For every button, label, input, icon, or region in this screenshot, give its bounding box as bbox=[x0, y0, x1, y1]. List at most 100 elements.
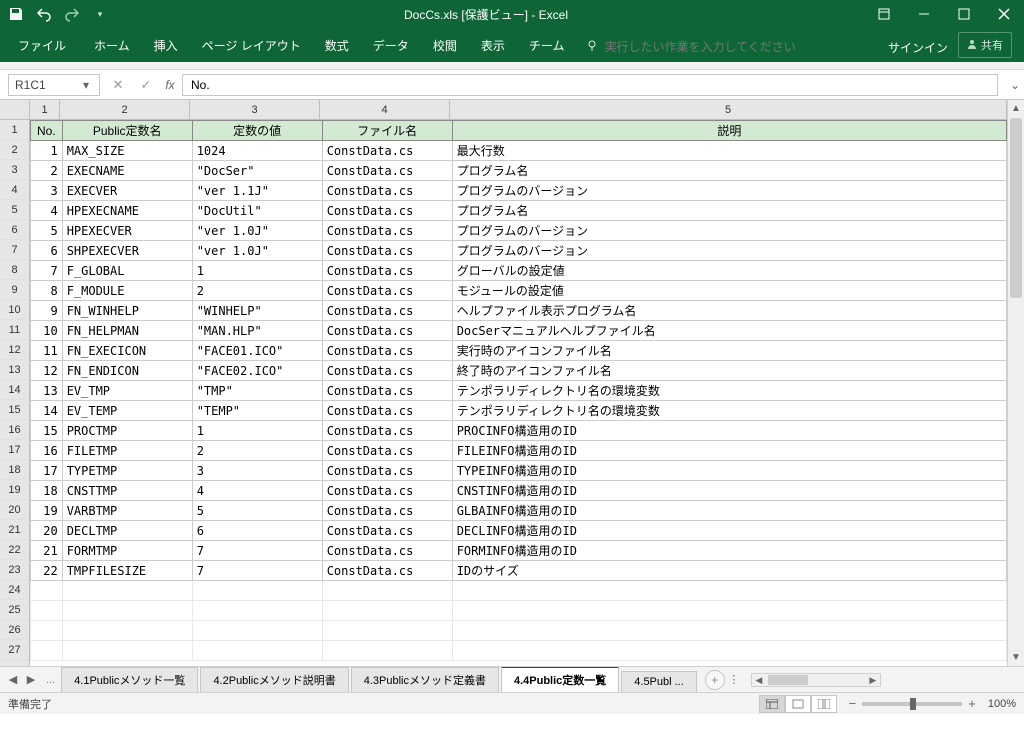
cell-no[interactable]: 9 bbox=[31, 301, 63, 321]
row-header[interactable]: 7 bbox=[0, 240, 29, 260]
table-row[interactable]: 2EXECNAME"DocSer"ConstData.csプログラム名 bbox=[31, 161, 1007, 181]
redo-icon[interactable] bbox=[64, 6, 80, 22]
table-row[interactable]: 13EV_TMP"TMP"ConstData.csテンポラリディレクトリ名の環境… bbox=[31, 381, 1007, 401]
table-row[interactable] bbox=[31, 581, 1007, 601]
table-row[interactable]: 1MAX_SIZE1024ConstData.cs最大行数 bbox=[31, 141, 1007, 161]
tab-file[interactable]: ファイル bbox=[6, 31, 78, 62]
col-header-4[interactable]: 4 bbox=[320, 100, 450, 119]
page-layout-view-button[interactable] bbox=[785, 695, 811, 713]
cell-file[interactable]: ConstData.cs bbox=[322, 241, 452, 261]
table-row[interactable]: 12FN_ENDICON"FACE02.ICO"ConstData.cs終了時の… bbox=[31, 361, 1007, 381]
cell-name[interactable]: TMPFILESIZE bbox=[62, 561, 192, 581]
row-header[interactable]: 11 bbox=[0, 320, 29, 340]
cell-name[interactable]: EV_TEMP bbox=[62, 401, 192, 421]
cell-value[interactable]: "DocUtil" bbox=[192, 201, 322, 221]
tab-insert[interactable]: 挿入 bbox=[142, 31, 190, 62]
cell-no[interactable]: 19 bbox=[31, 501, 63, 521]
insert-function-icon[interactable]: fx bbox=[160, 78, 180, 92]
table-row[interactable]: 7F_GLOBAL1ConstData.csグローバルの設定値 bbox=[31, 261, 1007, 281]
cell-file[interactable]: ConstData.cs bbox=[322, 261, 452, 281]
cell-desc[interactable]: PROCINFO構造用のID bbox=[452, 421, 1006, 441]
cell-value[interactable]: "TMP" bbox=[192, 381, 322, 401]
table-row[interactable]: 17TYPETMP3ConstData.csTYPEINFO構造用のID bbox=[31, 461, 1007, 481]
horizontal-scroll-thumb[interactable] bbox=[768, 675, 808, 685]
cell-desc[interactable]: FILEINFO構造用のID bbox=[452, 441, 1006, 461]
share-button[interactable]: 共有 bbox=[958, 32, 1012, 58]
row-header[interactable]: 24 bbox=[0, 580, 29, 600]
cell-desc[interactable]: 最大行数 bbox=[452, 141, 1006, 161]
cell-value[interactable]: "WINHELP" bbox=[192, 301, 322, 321]
cell-file[interactable]: ConstData.cs bbox=[322, 281, 452, 301]
table-row[interactable]: 4HPEXECNAME"DocUtil"ConstData.csプログラム名 bbox=[31, 201, 1007, 221]
cell-value[interactable]: 1 bbox=[192, 261, 322, 281]
add-sheet-button[interactable]: + bbox=[705, 670, 725, 690]
cell-no[interactable]: 16 bbox=[31, 441, 63, 461]
cell-no[interactable]: 6 bbox=[31, 241, 63, 261]
row-header[interactable]: 16 bbox=[0, 420, 29, 440]
cell-desc[interactable]: テンポラリディレクトリ名の環境変数 bbox=[452, 381, 1006, 401]
cell-file[interactable]: ConstData.cs bbox=[322, 541, 452, 561]
undo-icon[interactable] bbox=[36, 6, 52, 22]
cell-no[interactable]: 21 bbox=[31, 541, 63, 561]
cell-value[interactable]: 5 bbox=[192, 501, 322, 521]
cell-name[interactable]: HPEXECNAME bbox=[62, 201, 192, 221]
cell-desc[interactable]: プログラムのバージョン bbox=[452, 181, 1006, 201]
table-row[interactable]: 15PROCTMP1ConstData.csPROCINFO構造用のID bbox=[31, 421, 1007, 441]
minimize-button[interactable] bbox=[904, 0, 944, 28]
signin-link[interactable]: サインイン bbox=[878, 33, 958, 62]
cell-desc[interactable]: モジュールの設定値 bbox=[452, 281, 1006, 301]
row-header[interactable]: 2 bbox=[0, 140, 29, 160]
cell-value[interactable]: "FACE01.ICO" bbox=[192, 341, 322, 361]
col-header-1[interactable]: 1 bbox=[30, 100, 60, 119]
cell-desc[interactable]: IDのサイズ bbox=[452, 561, 1006, 581]
scroll-left-icon[interactable]: ◀ bbox=[752, 674, 766, 686]
cell-value[interactable]: 3 bbox=[192, 461, 322, 481]
table-row[interactable]: 5HPEXECVER"ver 1.0J"ConstData.csプログラムのバー… bbox=[31, 221, 1007, 241]
table-row[interactable]: 19VARBTMP5ConstData.csGLBAINFO構造用のID bbox=[31, 501, 1007, 521]
cell-no[interactable]: 3 bbox=[31, 181, 63, 201]
row-header[interactable]: 23 bbox=[0, 560, 29, 580]
cell-no[interactable]: 8 bbox=[31, 281, 63, 301]
row-header[interactable]: 21 bbox=[0, 520, 29, 540]
row-header[interactable]: 10 bbox=[0, 300, 29, 320]
tab-nav-prev-icon[interactable]: ◀ bbox=[4, 673, 22, 686]
cell-desc[interactable]: 実行時のアイコンファイル名 bbox=[452, 341, 1006, 361]
cell-no[interactable]: 5 bbox=[31, 221, 63, 241]
cell-name[interactable]: EV_TMP bbox=[62, 381, 192, 401]
cell-no[interactable]: 4 bbox=[31, 201, 63, 221]
cell-name[interactable]: EXECNAME bbox=[62, 161, 192, 181]
cell-file[interactable]: ConstData.cs bbox=[322, 501, 452, 521]
vertical-scroll-thumb[interactable] bbox=[1010, 118, 1022, 298]
row-header[interactable]: 5 bbox=[0, 200, 29, 220]
cell-name[interactable]: F_MODULE bbox=[62, 281, 192, 301]
cell-file[interactable]: ConstData.cs bbox=[322, 381, 452, 401]
zoom-slider-handle[interactable] bbox=[910, 698, 916, 710]
maximize-button[interactable] bbox=[944, 0, 984, 28]
cell-no[interactable]: 7 bbox=[31, 261, 63, 281]
row-header[interactable]: 1 bbox=[0, 120, 29, 140]
sheet-tab[interactable]: 4.3Publicメソッド定義書 bbox=[351, 667, 499, 692]
cell-name[interactable]: FILETMP bbox=[62, 441, 192, 461]
enter-formula-icon[interactable]: ✓ bbox=[132, 77, 160, 93]
table-row[interactable]: 9FN_WINHELP"WINHELP"ConstData.csヘルプファイル表… bbox=[31, 301, 1007, 321]
cell-no[interactable]: 1 bbox=[31, 141, 63, 161]
qat-customize-icon[interactable]: ▾ bbox=[92, 6, 108, 22]
ribbon-display-options-icon[interactable] bbox=[864, 0, 904, 28]
cell-no[interactable]: 20 bbox=[31, 521, 63, 541]
cell-no[interactable]: 12 bbox=[31, 361, 63, 381]
cell-no[interactable]: 11 bbox=[31, 341, 63, 361]
name-box[interactable]: R1C1 ▾ bbox=[8, 74, 100, 96]
page-break-view-button[interactable] bbox=[811, 695, 837, 713]
close-button[interactable] bbox=[984, 0, 1024, 28]
cell-desc[interactable]: プログラム名 bbox=[452, 161, 1006, 181]
cell-name[interactable]: DECLTMP bbox=[62, 521, 192, 541]
row-header[interactable]: 22 bbox=[0, 540, 29, 560]
cell-file[interactable]: ConstData.cs bbox=[322, 341, 452, 361]
cell-name[interactable]: FN_WINHELP bbox=[62, 301, 192, 321]
cell-no[interactable]: 13 bbox=[31, 381, 63, 401]
table-row[interactable]: 6SHPEXECVER"ver 1.0J"ConstData.csプログラムのバ… bbox=[31, 241, 1007, 261]
cell-file[interactable]: ConstData.cs bbox=[322, 401, 452, 421]
cell-value[interactable]: 6 bbox=[192, 521, 322, 541]
tab-home[interactable]: ホーム bbox=[82, 31, 142, 62]
row-header[interactable]: 15 bbox=[0, 400, 29, 420]
